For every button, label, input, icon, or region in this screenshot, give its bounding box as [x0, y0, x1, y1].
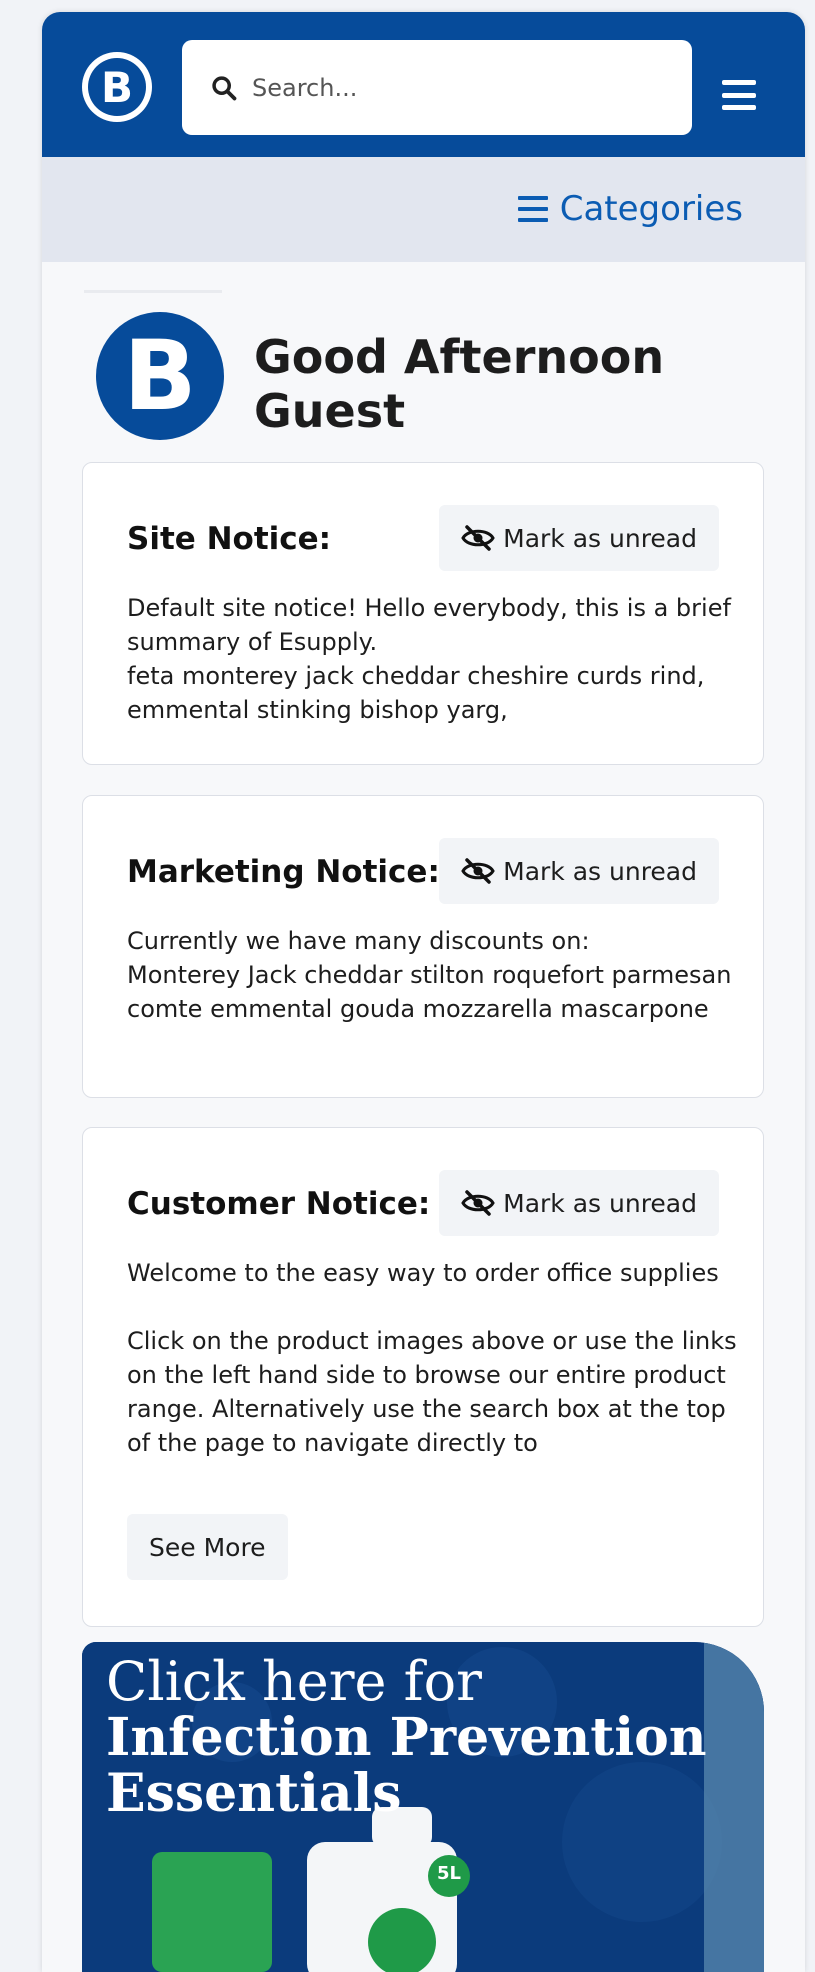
- banner-line-3: Essentials: [106, 1763, 402, 1824]
- categories-label: Categories: [559, 189, 743, 229]
- mark-as-unread-label: Mark as unread: [503, 523, 697, 553]
- mark-as-unread-label: Mark as unread: [503, 1188, 697, 1218]
- site-notice-card: Site Notice: Mark as unread Default site…: [82, 462, 764, 765]
- hamburger-menu-button[interactable]: [722, 80, 756, 110]
- banner-line-1: Click here for: [106, 1650, 482, 1713]
- brand-logo-letter: B: [88, 58, 146, 116]
- notice-line: Welcome to the easy way to order office …: [127, 1259, 719, 1287]
- eye-slash-icon: [461, 525, 495, 551]
- mark-as-unread-button[interactable]: Mark as unread: [439, 505, 719, 571]
- notice-line: Monterey Jack cheddar stilton roquefort …: [127, 961, 732, 1023]
- menu-icon: [517, 196, 548, 222]
- notice-line: Click on the product images above or use…: [127, 1327, 737, 1457]
- infection-prevention-banner[interactable]: Click here for Infection Prevention Esse…: [82, 1642, 764, 1972]
- tab-divider: [84, 290, 222, 293]
- see-more-button[interactable]: See More: [127, 1514, 288, 1580]
- brand-logo[interactable]: B: [82, 52, 152, 122]
- notice-title: Marketing Notice:: [127, 854, 440, 890]
- notice-line: Currently we have many discounts on:: [127, 927, 590, 955]
- categories-button[interactable]: Categories: [517, 189, 743, 229]
- notice-title: Customer Notice:: [127, 1186, 431, 1222]
- notice-body: Welcome to the easy way to order office …: [127, 1256, 737, 1460]
- search-input[interactable]: [250, 72, 654, 103]
- eye-slash-icon: [461, 858, 495, 884]
- banner-headline: Click here for Infection Prevention Esse…: [106, 1654, 707, 1822]
- marketing-notice-card: Marketing Notice: Mark as unread Current…: [82, 795, 764, 1098]
- mark-as-unread-button[interactable]: Mark as unread: [439, 1170, 719, 1236]
- notice-title: Site Notice:: [127, 521, 332, 557]
- search-icon: [212, 75, 237, 100]
- notice-line: Default site notice! Hello everybody, th…: [127, 594, 731, 656]
- categories-bar: Categories: [42, 157, 805, 262]
- greeting-heading: Good Afternoon Guest: [254, 330, 665, 438]
- app-frame: B Categories B Good Afternoon Guest Site…: [42, 12, 805, 1972]
- mark-as-unread-label: Mark as unread: [503, 856, 697, 886]
- notice-line: feta monterey jack cheddar cheshire curd…: [127, 662, 705, 724]
- search-box[interactable]: [182, 40, 692, 135]
- top-header: B: [42, 12, 805, 157]
- notice-body: Default site notice! Hello everybody, th…: [127, 591, 737, 727]
- notice-body: Currently we have many discounts on: Mon…: [127, 924, 737, 1026]
- mark-as-unread-button[interactable]: Mark as unread: [439, 838, 719, 904]
- banner-line-2: Infection Prevention: [106, 1707, 707, 1768]
- volume-badge: 5L: [437, 1863, 461, 1884]
- eye-slash-icon: [461, 1190, 495, 1216]
- greeting-logo: B: [96, 312, 224, 440]
- customer-notice-card: Customer Notice: Mark as unread Welcome …: [82, 1127, 764, 1627]
